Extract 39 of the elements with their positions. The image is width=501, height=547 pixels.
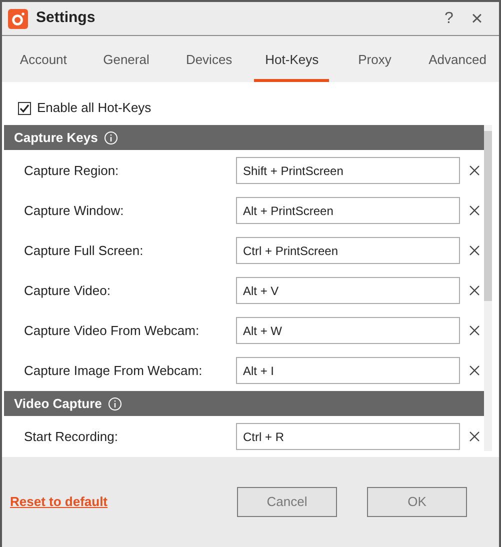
help-button[interactable]: ? xyxy=(437,6,461,30)
section-title: Capture Keys xyxy=(14,128,98,147)
hotkey-field[interactable]: Shift + PrintScreen xyxy=(236,157,460,184)
hotkey-field[interactable]: Ctrl + R xyxy=(236,423,460,450)
dialog-button[interactable]: Cancel xyxy=(237,487,337,517)
clear-icon[interactable] xyxy=(469,205,480,216)
app-logo-icon xyxy=(8,8,28,28)
clear-icon[interactable] xyxy=(469,165,480,176)
tab[interactable]: Account xyxy=(6,36,81,82)
tab[interactable]: Devices xyxy=(172,36,246,82)
section-title: Video Capture xyxy=(14,394,102,413)
hotkey-field[interactable]: Alt + V xyxy=(236,277,460,304)
clear-icon[interactable] xyxy=(469,325,480,336)
window-title: Settings xyxy=(36,8,96,28)
tab[interactable]: Advanced xyxy=(420,36,495,82)
clear-icon[interactable] xyxy=(469,365,480,376)
clear-icon[interactable] xyxy=(469,431,480,442)
dialog-button[interactable]: OK xyxy=(367,487,467,517)
clear-icon[interactable] xyxy=(469,245,480,256)
hotkey-label: Capture Video: xyxy=(23,282,112,300)
hotkey-field[interactable]: Alt + W xyxy=(236,317,460,344)
tab[interactable]: General xyxy=(88,36,164,82)
scrollbar-thumb[interactable] xyxy=(484,131,492,301)
clear-icon[interactable] xyxy=(469,285,480,296)
checkbox-label: Enable all Hot-Keys xyxy=(37,99,152,118)
info-icon[interactable] xyxy=(104,130,118,144)
hotkey-label: Capture Region: xyxy=(23,162,120,180)
hotkey-label: Capture Full Screen: xyxy=(23,242,144,260)
hotkey-label: Capture Image From Webcam: xyxy=(23,362,204,380)
hotkey-field[interactable]: Ctrl + PrintScreen xyxy=(236,237,460,264)
hotkey-label: Start Recording: xyxy=(23,428,119,446)
hotkey-field[interactable]: Alt + PrintScreen xyxy=(236,197,460,224)
info-icon[interactable] xyxy=(108,396,122,410)
hotkey-label: Capture Video From Webcam: xyxy=(23,322,200,340)
close-button[interactable]: × xyxy=(461,8,493,28)
hotkey-field[interactable]: Alt + I xyxy=(236,357,460,384)
hotkey-label: Capture Window: xyxy=(23,202,125,220)
tab[interactable]: Proxy xyxy=(337,36,412,82)
checkbox[interactable] xyxy=(18,102,31,114)
